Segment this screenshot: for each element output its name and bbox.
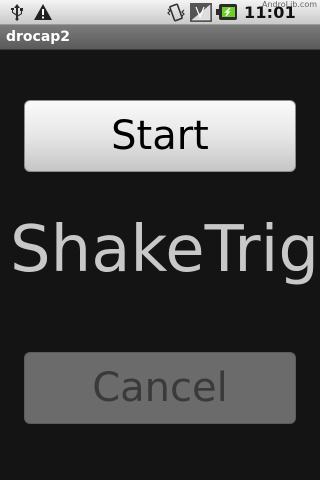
cancel-button-label: Cancel xyxy=(92,365,228,411)
signal-icon xyxy=(190,3,212,26)
vibrate-icon xyxy=(166,3,186,26)
app-title: drocap2 xyxy=(6,29,71,45)
start-button-label: Start xyxy=(111,113,209,159)
status-bar: AndroLib.com 11:01 PM xyxy=(0,0,320,41)
start-button[interactable]: Start xyxy=(24,100,296,172)
cancel-button[interactable]: Cancel xyxy=(24,352,296,424)
warning-icon xyxy=(33,3,53,25)
usb-icon xyxy=(8,3,26,25)
battery-icon xyxy=(216,3,238,25)
trigger-label: ShakeTrig xyxy=(10,213,319,287)
title-bar: drocap2 xyxy=(0,25,320,50)
